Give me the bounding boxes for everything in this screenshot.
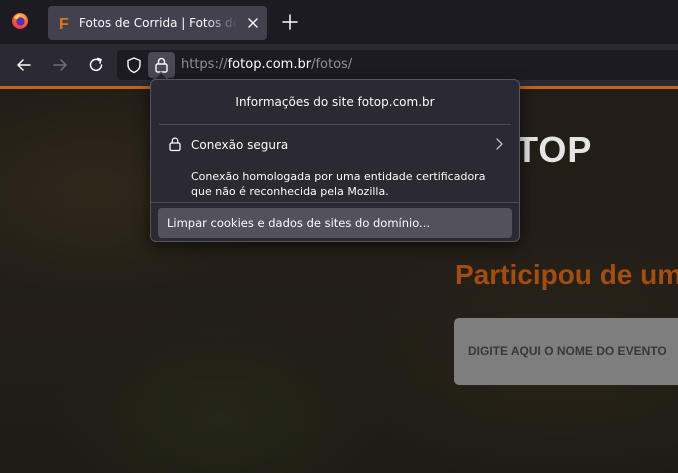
shield-icon[interactable] [125,56,143,74]
site-info-popup: Informações do site fotop.com.br Conexão… [150,79,520,242]
close-icon[interactable] [244,14,262,32]
event-search-input[interactable] [468,341,678,361]
popup-divider [151,202,519,203]
arrow-left-icon[interactable] [15,56,33,74]
popup-title: Informações do site fotop.com.br [235,95,435,109]
page-headline: Participou de um evento? [455,259,678,290]
lock-icon [169,137,181,152]
url-scheme: https:// [181,57,228,72]
secure-connection-label: Conexão segura [191,138,289,152]
arrow-right-icon[interactable] [51,56,69,74]
popup-divider [159,124,511,125]
site-logo[interactable]: TOP [516,129,592,171]
clear-cookies-button[interactable]: Limpar cookies e dados de sites do domín… [158,208,512,238]
event-search-box[interactable] [454,318,678,385]
svg-text:F: F [59,16,69,31]
secure-connection-row[interactable]: Conexão segura [159,129,511,159]
tab-strip: F Fotos de Corrida | Fotos de Maratona [0,0,678,44]
tab-active[interactable]: F Fotos de Corrida | Fotos de Maratona [48,6,267,40]
tab-title: Fotos de Corrida | Fotos de Maratona [79,16,237,30]
url-bar[interactable]: https://fotop.com.br/fotos/ [117,50,678,80]
firefox-logo-icon[interactable] [11,12,29,30]
fotop-favicon-icon: F [59,16,69,31]
url-host: fotop.com.br [227,57,312,72]
chevron-right-icon [496,138,503,150]
plus-icon[interactable] [281,13,299,31]
connection-description: Conexão homologada por uma entidade cert… [191,170,486,198]
reload-icon[interactable] [87,56,105,74]
url-text[interactable]: https://fotop.com.br/fotos/ [181,57,352,73]
url-path: /fotos/ [311,57,353,72]
